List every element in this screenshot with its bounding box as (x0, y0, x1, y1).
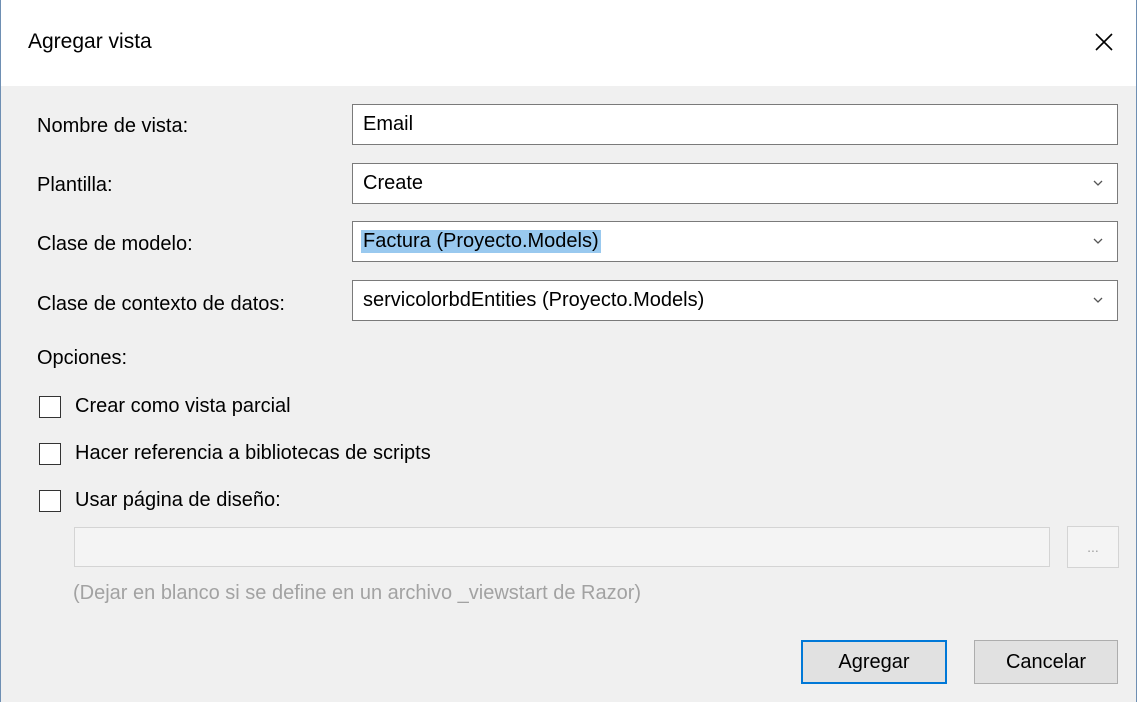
partial-view-checkbox[interactable] (39, 396, 61, 418)
chevron-down-icon (1093, 238, 1103, 244)
script-libraries-label[interactable]: Hacer referencia a bibliotecas de script… (75, 442, 431, 465)
view-name-label: Nombre de vista: (37, 115, 189, 137)
template-label: Plantilla: (37, 174, 113, 196)
model-class-label: Clase de modelo: (37, 233, 193, 255)
close-button[interactable] (1086, 24, 1122, 60)
add-button[interactable]: Agregar (801, 640, 947, 684)
options-heading: Opciones: (37, 347, 128, 369)
model-class-select[interactable]: Factura (Proyecto.Models) (352, 221, 1118, 262)
view-name-input[interactable]: Email (352, 104, 1118, 145)
partial-view-label[interactable]: Crear como vista parcial (75, 395, 291, 418)
dialog-title: Agregar vista (28, 30, 152, 53)
template-select[interactable]: Create (352, 163, 1118, 204)
layout-page-label[interactable]: Usar página de diseño: (75, 489, 281, 512)
layout-hint: (Dejar en blanco si se define en un arch… (73, 582, 642, 604)
layout-page-input (74, 527, 1050, 567)
add-view-dialog: Agregar vista Nombre de vista: Email Pla… (0, 0, 1137, 702)
close-icon (1095, 33, 1113, 51)
cancel-button[interactable]: Cancelar (974, 640, 1118, 684)
model-class-value: Factura (Proyecto.Models) (361, 230, 601, 253)
view-name-value: Email (363, 113, 414, 135)
chevron-down-icon (1093, 297, 1103, 303)
data-context-value: servicolorbdEntities (Proyecto.Models) (363, 289, 705, 311)
data-context-label: Clase de contexto de datos: (37, 293, 285, 315)
template-value: Create (363, 172, 424, 194)
browse-button: ... (1067, 526, 1119, 568)
chevron-down-icon (1093, 180, 1103, 186)
layout-page-checkbox[interactable] (39, 490, 61, 512)
script-libraries-checkbox[interactable] (39, 443, 61, 465)
title-bar: Agregar vista (1, 0, 1136, 86)
data-context-select[interactable]: servicolorbdEntities (Proyecto.Models) (352, 280, 1118, 321)
